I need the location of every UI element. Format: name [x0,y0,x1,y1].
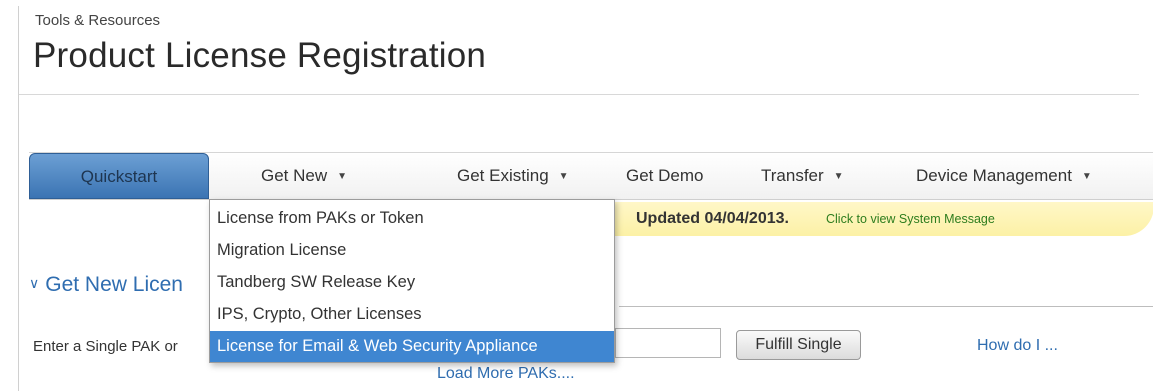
tab-get-existing-label: Get Existing [457,166,549,185]
tab-get-existing[interactable]: Get Existing ▼ [457,153,569,199]
tab-device-management-label: Device Management [916,166,1072,185]
menu-item-ips-crypto-other[interactable]: IPS, Crypto, Other Licenses [210,299,614,330]
tab-quickstart[interactable]: Quickstart [29,153,209,199]
section-divider [619,306,1153,307]
menu-item-email-web-security[interactable]: License for Email & Web Security Applian… [210,331,614,362]
menu-item-license-from-paks[interactable]: License from PAKs or Token [210,203,614,234]
chevron-down-icon: ▼ [1081,170,1092,182]
get-new-dropdown-menu: License from PAKs or Token Migration Lic… [209,199,615,363]
section-heading-get-new-licenses[interactable]: ∨ Get New Licen [29,273,183,297]
how-do-i-link[interactable]: How do I ... [977,337,1058,355]
chevron-down-icon: ▼ [337,170,348,182]
tab-get-demo-label: Get Demo [626,166,704,185]
notice-updated-text: Updated 04/04/2013. [636,210,789,227]
tab-quickstart-label: Quickstart [80,167,158,186]
chevron-down-icon: ▼ [833,170,844,182]
title-divider [19,94,1139,95]
menu-item-migration-license[interactable]: Migration License [210,235,614,266]
main-nav-bar: Quickstart Get New ▼ Get Existing ▼ Get De… [29,152,1153,200]
page-title: Product License Registration [33,36,487,75]
menu-item-tandberg-sw-release-key[interactable]: Tandberg SW Release Key [210,267,614,298]
system-message-link[interactable]: Click to view System Message [826,202,995,236]
tab-transfer[interactable]: Transfer ▼ [761,153,844,199]
breadcrumb[interactable]: Tools & Resources [35,12,160,29]
tab-device-management[interactable]: Device Management ▼ [916,153,1092,199]
tab-get-new[interactable]: Get New ▼ [261,153,347,199]
tab-transfer-label: Transfer [761,166,824,185]
load-more-paks-link[interactable]: Load More PAKs.... [437,365,575,383]
page-frame: Tools & Resources Product License Regist… [18,6,1153,391]
fulfill-single-button[interactable]: Fulfill Single [736,330,861,360]
system-message-banner: Updated 04/04/2013. Click to view System… [609,202,1153,236]
tab-get-demo[interactable]: Get Demo [626,153,703,199]
tab-get-new-label: Get New [261,166,328,185]
section-heading-label: Get New Licen [45,273,183,296]
chevron-down-icon: ▼ [558,170,569,182]
pak-field-label: Enter a Single PAK or [33,338,178,355]
chevron-down-icon: ∨ [29,275,40,291]
pak-input[interactable] [615,328,721,358]
